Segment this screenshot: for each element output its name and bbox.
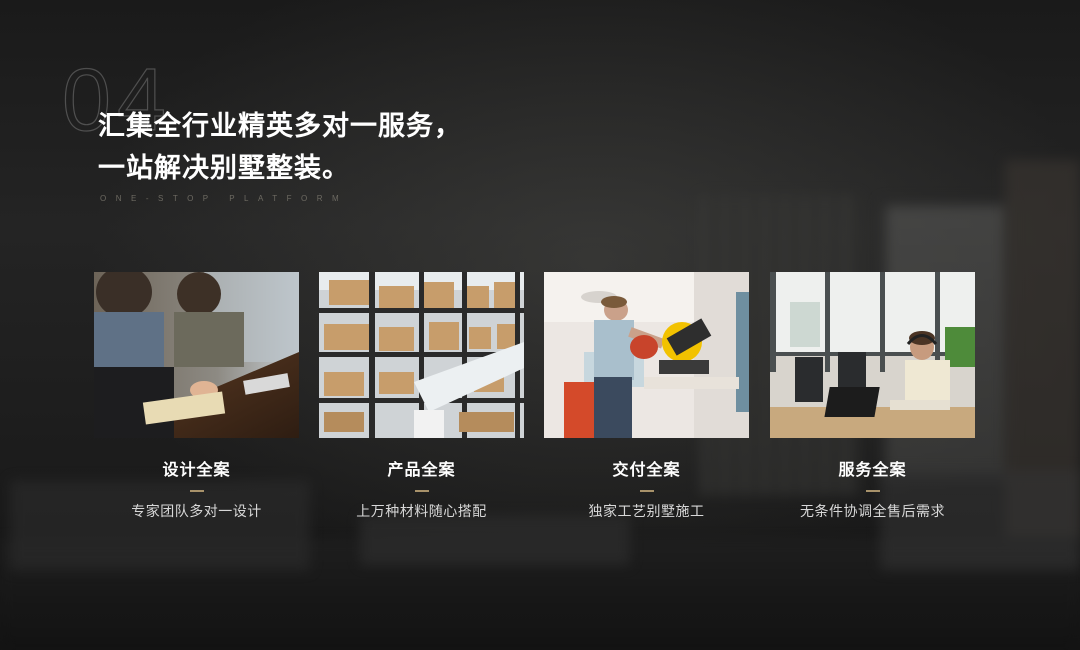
card-product[interactable]: 产品全案 上万种材料随心搭配 [319, 272, 524, 521]
card-delivery[interactable]: 交付全案 独家工艺别墅施工 [544, 272, 749, 521]
design-team-meeting-photo [94, 272, 299, 438]
card-divider [639, 490, 654, 492]
card-title: 设计全案 [162, 460, 231, 479]
card-description: 无条件协调全售后需求 [800, 504, 945, 520]
worker-miter-saw-photo [544, 272, 749, 438]
card-title: 产品全案 [387, 460, 456, 479]
card-description: 专家团队多对一设计 [131, 504, 262, 520]
card-divider [414, 490, 429, 492]
backdrop-table [360, 515, 630, 565]
warehouse-shelves-photo [319, 272, 524, 438]
customer-service-agent-photo [770, 272, 975, 438]
card-divider [189, 490, 204, 492]
headline-line-2: 一站解决别墅整装。 [98, 153, 350, 184]
card-divider [865, 490, 880, 492]
headline: 汇集全行业精英多对一服务， 一站解决别墅整装。 [98, 106, 462, 190]
card-design[interactable]: 设计全案 专家团队多对一设计 [94, 272, 299, 521]
card-title: 交付全案 [612, 460, 681, 479]
card-service[interactable]: 服务全案 无条件协调全售后需求 [770, 272, 975, 521]
service-cards: 设计全案 专家团队多对一设计 产品全案 上万种材料随心搭配 交付全案 独家工艺别… [94, 272, 975, 522]
card-description: 上万种材料随心搭配 [356, 504, 487, 520]
headline-line-1: 汇集全行业精英多对一服务， [98, 111, 462, 142]
page-background: 04 汇集全行业精英多对一服务， 一站解决别墅整装。 ONE-STOP PLAT… [0, 0, 1080, 650]
card-title: 服务全案 [838, 460, 907, 479]
card-description: 独家工艺别墅施工 [588, 504, 705, 520]
subtitle-english: ONE-STOP PLATFORM [100, 194, 349, 203]
